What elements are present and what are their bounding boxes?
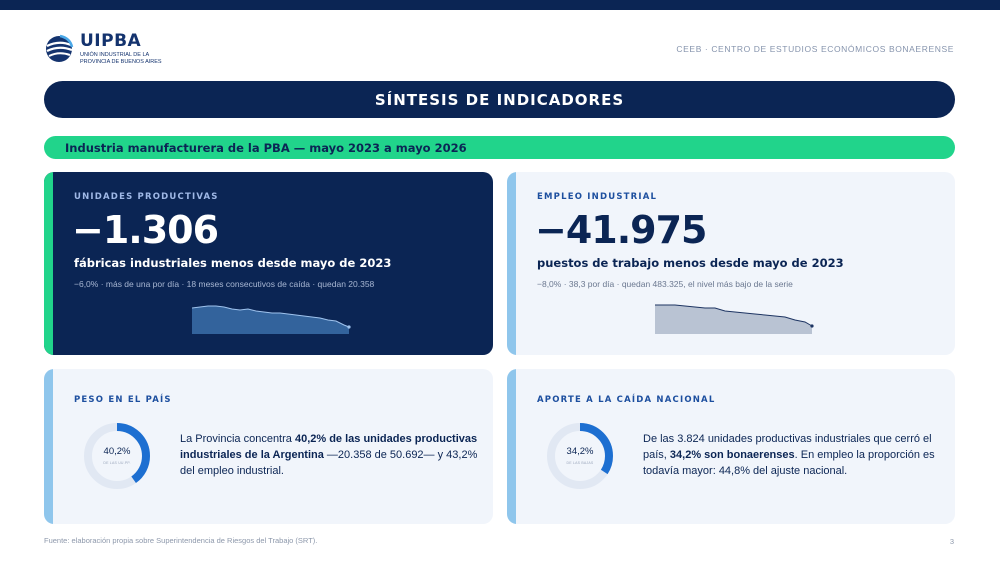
page-subtitle: Industria manufacturera de la PBA — mayo…: [65, 140, 467, 155]
card-accent: [507, 369, 516, 524]
header-org-name: CEEB · CENTRO DE ESTUDIOS ECONÓMICOS BON…: [676, 44, 954, 54]
title-bar: SÍNTESIS DE INDICADORES: [44, 81, 955, 118]
card-note: −8,0% · 38,3 por día · quedan 483.325, e…: [537, 279, 793, 289]
footer-source: Fuente: elaboración propia sobre Superin…: [44, 536, 318, 545]
card-label: PESO EN EL PAÍS: [74, 395, 172, 405]
card-value: −1.306: [72, 208, 219, 252]
card-accent: [44, 369, 53, 524]
card-text: La Provincia concentra 40,2% de las unid…: [180, 431, 480, 479]
donut-value: 40,2%: [103, 446, 131, 457]
card-text: De las 3.824 unidades productivas indust…: [643, 431, 943, 479]
text-bold: 34,2% son bonaerenses: [669, 449, 795, 461]
card-note: −6,0% · más de una por día · 18 meses co…: [74, 279, 375, 289]
donut-caption: DE LAS UU.PP.: [103, 461, 131, 465]
card-empleo-industrial: EMPLEO INDUSTRIAL −41.975 puestos de tra…: [507, 172, 955, 355]
sparkline-empleo: [655, 304, 814, 334]
card-accent: [44, 172, 53, 355]
card-label: EMPLEO INDUSTRIAL: [537, 192, 658, 202]
donut-value: 34,2%: [566, 446, 594, 457]
globe-logo-icon: [46, 34, 74, 62]
card-aporte-caida-nacional: APORTE A LA CAÍDA NACIONAL 34,2% DE LAS …: [507, 369, 955, 524]
logo-name: UIPBA: [80, 31, 142, 51]
page-title: SÍNTESIS DE INDICADORES: [374, 90, 625, 109]
card-unidades-productivas: UNIDADES PRODUCTIVAS −1.306 fábricas ind…: [44, 172, 493, 355]
card-accent: [507, 172, 516, 355]
card-description: puestos de trabajo menos desde mayo de 2…: [537, 256, 844, 270]
donut-caption: DE LAS BAJAS: [566, 461, 594, 465]
card-label: UNIDADES PRODUCTIVAS: [74, 192, 219, 202]
logo-subtitle: UNIÓN INDUSTRIAL DE LA PROVINCIA DE BUEN…: [80, 52, 162, 65]
card-label: APORTE A LA CAÍDA NACIONAL: [537, 395, 716, 405]
text-pre: La Provincia concentra: [180, 433, 295, 445]
subtitle-bar: Industria manufacturera de la PBA — mayo…: [44, 136, 955, 159]
top-bar: [0, 0, 1000, 10]
card-peso-en-el-pais: PESO EN EL PAÍS 40,2% DE LAS UU.PP. La P…: [44, 369, 493, 524]
card-description: fábricas industriales menos desde mayo d…: [74, 256, 392, 270]
sparkline-unidades: [192, 305, 351, 334]
card-value: −41.975: [535, 208, 707, 252]
page-number: 3: [949, 537, 954, 546]
logo: UIPBA UNIÓN INDUSTRIAL DE LA PROVINCIA D…: [44, 33, 170, 65]
